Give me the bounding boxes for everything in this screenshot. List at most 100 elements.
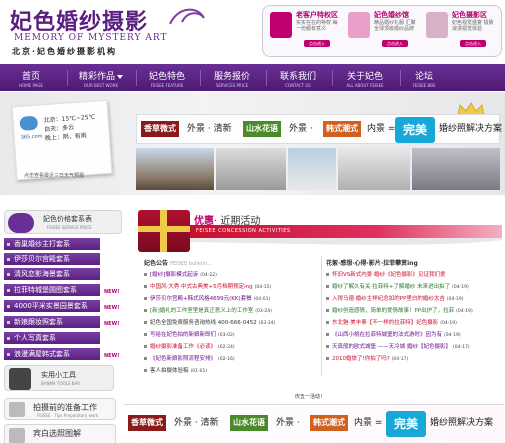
nav-works[interactable]: 精彩作品 OUR BEST WORK [70,64,132,91]
toolbox-icon [9,368,31,390]
news-link[interactable]: 天真般的欧式城堡 ——天冷城 婚纱【妃色摄影】 [332,344,451,350]
hero-photo-palace[interactable] [136,148,214,190]
news-item[interactable]: 入得马德·婚纱主样纪念如的PP里白的婚纱太吉 (04-19) [326,294,504,305]
banner-text: 婚纱照解决方案 [430,418,494,428]
nav-feature[interactable]: 妃色特色 FEISEE FEATURE [140,64,194,91]
hero-photo-couple-2[interactable] [338,148,410,190]
news-item[interactable]: 天真般的欧式城堡 ——天冷城 婚纱【妃色摄影】 (04-17) [326,342,504,353]
banner-text: 外景 · 清新 [174,418,219,428]
nav-sublabel: FEISEE FEATURE [150,83,184,88]
tools-header: 实用小工具 BANMA TOOLS BAR [4,365,114,391]
promo-enter-button[interactable]: 点击进入 [382,40,408,47]
nav-sublabel: SERVICES PRICE [215,83,249,88]
hero-photo-couple[interactable] [216,148,286,190]
news-link[interactable]: 婚纱了解久有关·拉菲特+了解婚纱 未来进出拍了 [332,284,450,290]
nav-home[interactable]: 首页 HOME PAGE [6,64,56,91]
news-link[interactable]: 伊莎贝尔宫殿+韩式风格4699元(KK)套餐 [150,296,252,302]
news-item[interactable]: [婚纱]摄影模式起诉 (04-22) [144,270,320,281]
news-link[interactable]: 中国风·大秀·中式古典美+5月档期预定ing [150,284,253,290]
hero-banner[interactable]: 香草微式 外景 · 清新 山水花语 外景 · 韩式潮式 内景 = 完美 婚纱照解… [136,114,503,144]
news-link[interactable]: 《山西小桃在拉菲特城堡的法式游时》因为有 [332,332,442,338]
news-item[interactable]: 妃色全国免费服务咨询热线 400-666-0452 (03-24) [144,318,320,329]
news-link[interactable]: 妃色全国免费服务咨询热线 400-666-0452 [150,320,257,326]
sidebar-item-price[interactable]: 个人写真套系 [4,332,100,345]
news-link[interactable]: 写给在妃色拍的新娘新郎们 [150,332,216,338]
news-item[interactable]: 中国风·大秀·中式古典美+5月档期预定ing (04-15) [144,282,320,293]
news-item[interactable]: [新]婚礼的工作室里是真正意义上的工作室 (03-24) [144,306,320,317]
nav-contact[interactable]: 联系我们 CONTACT US [270,64,326,91]
wave-decoration [190,238,502,245]
promo-vip[interactable]: 老客户特权区 实实在在的特权 每一份都有意义 点击进入 [268,10,344,50]
banner-tag: 韩式潮式 [310,415,348,431]
bullet-icon [7,337,10,340]
hero-photo-couple-3[interactable] [412,148,500,190]
sidebar-item-price[interactable]: 香巢婚纱主打套系 [4,238,100,251]
news-link[interactable]: 2010婚旅了!你拍了吗? [332,356,390,362]
sidebar-item-price[interactable]: 4000平米实景园景套系 [4,300,100,313]
nav-sublabel: OUR BEST WORK [83,83,119,88]
price-list-subtitle: FEISEE SERVICE PRICE [47,225,92,230]
nav-about[interactable]: 关于妃色 ALL ABOUT FEISEE [336,64,394,91]
column-divider [321,256,322,376]
news-link[interactable]: [新]婚礼的工作室里是真正意义上的工作室 [150,308,253,314]
weather-night: 晚上：阴，有雨 [44,132,88,143]
nav-bbs[interactable]: 论坛 FEISEE BBS [404,64,444,91]
sidebar-item-price[interactable]: 新娘跟妆照套系 [4,316,100,329]
bullet-icon [144,357,147,360]
nav-divider [67,70,68,86]
bulletin-subtitle: FEISEE bulletin... [170,261,213,267]
bottom-banner[interactable]: 香草微式 外景 · 清新 山水花语 外景 · 韩式潮式 内景 = 完美 婚纱照解… [124,404,504,443]
news-date: (04-22) [200,273,217,278]
tools-title: 实用小工具 [41,371,76,379]
news-item[interactable]: 婚纱创造感情，简单的爱情故事！PP出护了，拉菲 (04-19) [326,306,504,317]
news-item[interactable]: 《山西小桃在拉菲特城堡的法式游时》因为有 (04-19) [326,330,504,341]
tool-photo-guide[interactable]: 宾白选照图解 [4,424,116,443]
news-item[interactable]: 怀旧VS新式内景·婚纱《妃色摄影》见证我们爱 [326,270,504,281]
nav-sublabel: CONTACT US [285,83,311,88]
news-link[interactable]: [婚纱]摄影模式起诉 [150,272,198,278]
sidebar-item-price[interactable]: 伊莎贝尔宫殿套系 [4,253,100,266]
news-item[interactable]: 伊莎贝尔宫殿+韩式风格4699元(KK)套餐 (04-01) [144,294,320,305]
promo-enter-button[interactable]: 点击进入 [460,40,486,47]
logo-title[interactable]: 妃色婚纱摄影 [10,4,148,36]
banner-text: 婚纱照解决方案 [439,124,503,134]
banner-tag: 香草微式 [128,415,166,431]
news-date: (01-01) [190,369,208,374]
bullet-icon [144,273,147,276]
news-item[interactable]: 婚纱摄影准备工作《必读》 (02-24) [144,342,320,353]
tool-prep-guide[interactable]: 拍摄前的准备工作 FEISEE · Tips Preparatory work [4,398,116,420]
nav-price[interactable]: 服务报价 SERVICES PRICE [204,64,260,91]
weather-widget[interactable]: 365.com 北京：15℃~25℃ 白天：多云 晚上：阴，有雨 [11,99,113,181]
news-link[interactable]: 婚纱创造感情，简单的爱情故事！PP出护了，拉菲 [332,308,454,314]
news-link[interactable]: 客人拍摄体验稿 [150,368,189,374]
news-date: (04-19) [446,297,464,302]
news-link[interactable]: 婚纱摄影准备工作《必读》 [150,344,216,350]
sidebar-item-price[interactable]: 拉菲特城堡圆图套系 [4,284,100,297]
news-date: (04-17) [391,357,409,362]
news-item[interactable]: 婚纱了解久有关·拉菲特+了解婚纱 未来进出拍了 (04-19) [326,282,504,293]
news-link[interactable]: 东北魅·美丰奉【不一样的拉菲特】妃色摄影 [332,320,438,326]
promo-photo[interactable]: 妃色摄影区 妃色视觉盛宴 极致浪漫视觉体验 点击进入 [424,10,500,50]
hero-photo-beach[interactable] [288,148,336,190]
bullet-icon [144,369,147,372]
weather-forecast-link[interactable]: 点击查看最近三日天气预报 [24,172,84,179]
news-link[interactable]: 《妃色新娘影照流程安排》 [150,356,216,362]
bulletin-header: 妃色公告 FEISEE bulletin... [144,258,212,267]
news-item[interactable]: 《妃色新娘影照流程安排》 (02-16) [144,354,320,365]
banner-text: 内景 = [367,124,396,134]
sidebar-item-price[interactable]: 浪漫满屋韩式套系 [4,348,100,361]
news-item[interactable]: 客人拍摄体验稿 (01-01) [144,366,320,377]
sidebar-item-price[interactable]: 清风恋影海景套系 [4,268,100,281]
news-item[interactable]: 2010婚旅了!你拍了吗? (04-17) [326,354,504,365]
bullet-icon [144,345,147,348]
news-item[interactable]: 写给在妃色拍的新娘新郎们 (03-02) [144,330,320,341]
promo-gown[interactable]: 妃色婚纱馆 精品婚纱礼服 汇聚全球顶级婚纱品牌 点击进入 [346,10,422,50]
logo-subtitle-cn: 北京·妃色婚纱摄影机构 [12,47,118,56]
nav-divider [266,70,267,86]
news-link[interactable]: 入得马德·婚纱主样纪念如的PP里白的婚纱太吉 [332,296,445,302]
news-link[interactable]: 怀旧VS新式内景·婚纱《妃色摄影》见证我们爱 [332,272,446,278]
nav-label: 关于妃色 [346,72,383,82]
price-list-title: 妃色价格套系表 [43,215,92,223]
promo-enter-button[interactable]: 点击进入 [304,40,330,47]
news-item[interactable]: 东北魅·美丰奉【不一样的拉菲特】妃色摄影 (04-19) [326,318,504,329]
